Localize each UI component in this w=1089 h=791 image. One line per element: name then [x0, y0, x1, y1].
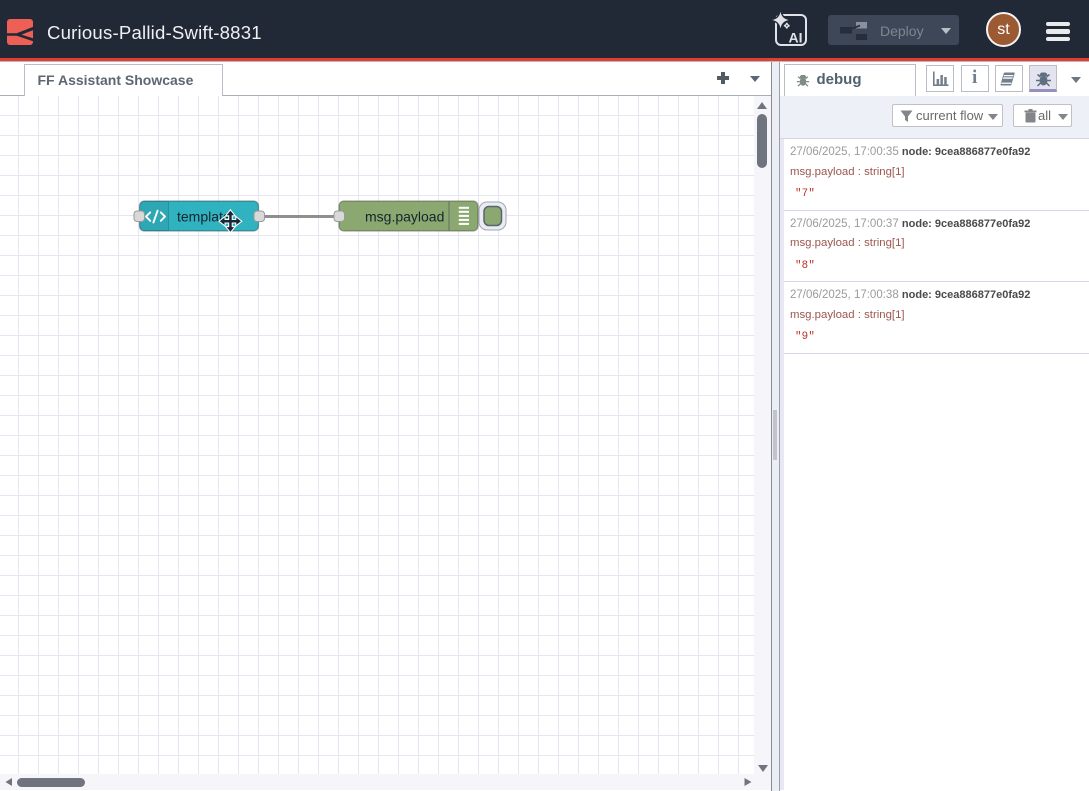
svg-text:AI: AI [789, 30, 803, 46]
svg-text:msg.payload: msg.payload [365, 209, 444, 225]
